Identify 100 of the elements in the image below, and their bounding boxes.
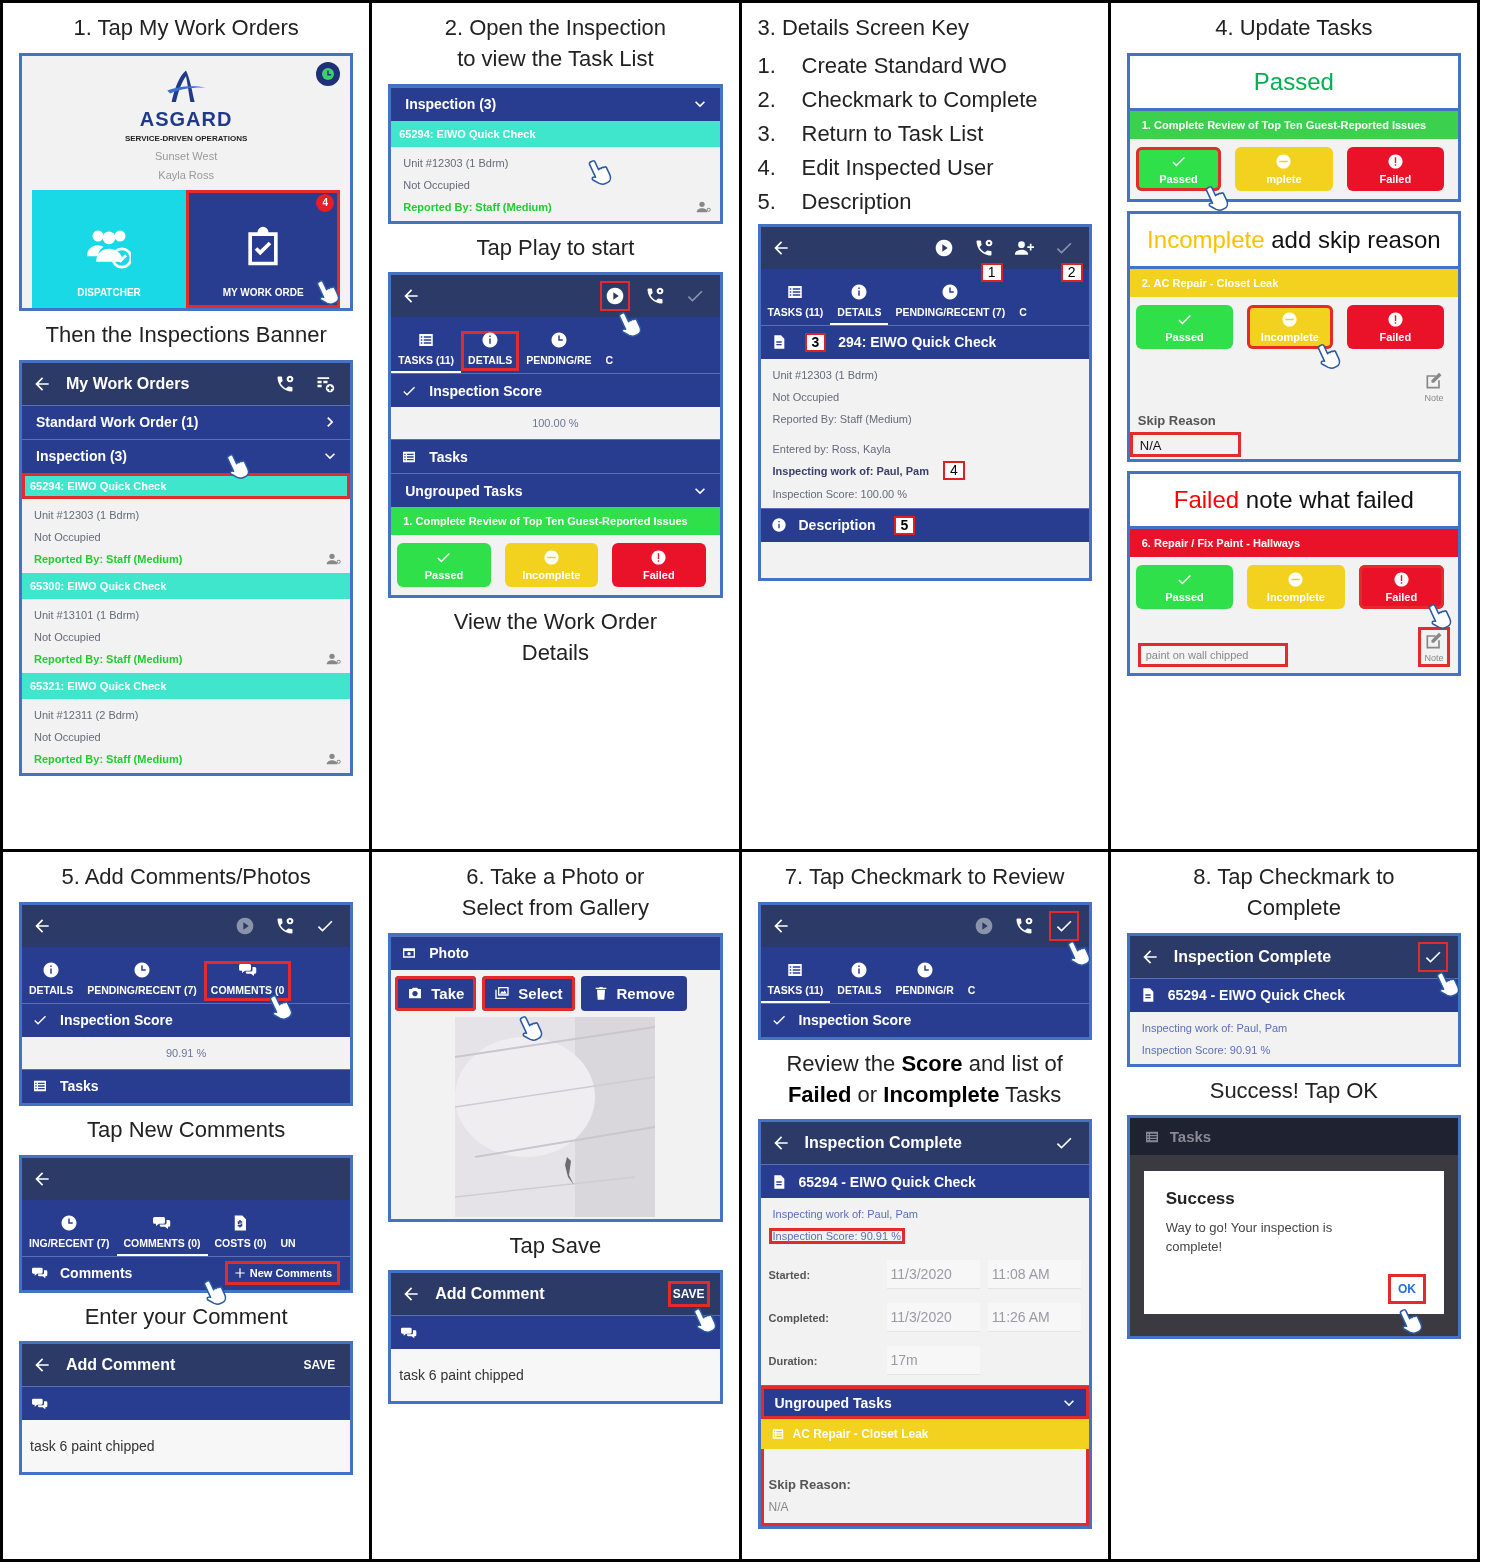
- remove-button[interactable]: Remove: [580, 975, 687, 1011]
- info-icon: [770, 517, 787, 534]
- input-field[interactable]: N/A: [1129, 431, 1242, 457]
- tab[interactable]: C: [598, 331, 621, 374]
- step-caption: 3. Details Screen Key: [757, 14, 971, 42]
- date-field: 17m: [886, 1346, 980, 1376]
- time-field: 11:08 AM: [987, 1260, 1081, 1290]
- detail-text: Unit #12311 (2 Bdrm): [33, 707, 140, 723]
- time-field: 11:26 AM: [987, 1303, 1081, 1333]
- detail-text: Reported By: Staff (Medium): [33, 651, 184, 667]
- section-header[interactable]: Ungrouped Tasks: [760, 1385, 1089, 1420]
- callout-number: 5: [893, 515, 916, 535]
- dialog-message: Way to go! Your inspection is complete!: [1165, 1219, 1334, 1256]
- section-header[interactable]: Inspection (3): [391, 86, 720, 121]
- step-caption: Review the Score and list of Failed or Incomplete Tasks: [785, 1049, 1064, 1109]
- section-header[interactable]: Inspection (3): [22, 438, 351, 473]
- step-caption: Tap Save: [508, 1231, 603, 1260]
- tab[interactable]: C: [1012, 282, 1034, 325]
- tab[interactable]: COSTS (0): [207, 1213, 274, 1256]
- phone-icon[interactable]: [275, 373, 296, 394]
- tab[interactable]: C: [960, 960, 983, 1003]
- detail-text: Unit #12303 (1 Bdrm): [771, 367, 879, 383]
- field-value: N/A: [767, 1499, 790, 1517]
- detail-text: Inspection Score: 100.00 %: [771, 486, 909, 502]
- take-button[interactable]: Take: [395, 975, 477, 1011]
- tab[interactable]: PENDING/RECENT (7): [888, 282, 1013, 325]
- section-header[interactable]: Ungrouped Tasks: [391, 473, 720, 508]
- screen-title: My Work Orders: [66, 374, 191, 393]
- screen-title: Add Comment: [66, 1356, 177, 1375]
- info-icon: [850, 282, 869, 301]
- save-button[interactable]: SAVE: [298, 1352, 341, 1379]
- tab[interactable]: DETAILS: [22, 960, 81, 1003]
- clock-icon: [549, 331, 568, 350]
- failed-button[interactable]: Failed: [612, 543, 706, 588]
- comment-field[interactable]: task 6 paint chipped: [391, 1349, 720, 1402]
- callout-number: 2: [1060, 262, 1083, 282]
- info-icon: [850, 960, 869, 979]
- alert-icon: [650, 549, 668, 567]
- detail-text: Reported By: Staff (Medium): [771, 411, 913, 427]
- step-caption: 2. Open the Inspection to view the Task List: [443, 14, 668, 73]
- section-title: 65294 - EIWO Quick Check: [1166, 987, 1346, 1004]
- callout-number: 3: [804, 332, 827, 352]
- step-caption: 4. Update Tasks: [1214, 14, 1374, 42]
- section-title: Inspection (3): [35, 448, 127, 465]
- section-title: Comments: [59, 1265, 133, 1282]
- step-caption: 7. Tap Checkmark to Review: [783, 863, 1066, 891]
- detail-text: Inspecting work of: Paul, Pam: [771, 1207, 919, 1223]
- tab[interactable]: PENDING/R: [888, 960, 961, 1003]
- alert-icon: [1386, 152, 1404, 170]
- edit-icon: [1424, 370, 1444, 391]
- detail-text: Reported By: Staff (Medium): [33, 751, 184, 767]
- tab[interactable]: PENDING/RE: [519, 331, 599, 374]
- status-caption: Passed: [1253, 67, 1334, 95]
- screen-title: Add Comment: [435, 1285, 546, 1304]
- save-button[interactable]: SAVE: [667, 1281, 710, 1308]
- section-header[interactable]: Standard Work Order (1): [22, 404, 351, 439]
- section-title: Photo: [428, 945, 469, 962]
- section-title: Inspection Score: [428, 382, 543, 399]
- task-title: AC Repair - Closet Leak: [792, 1427, 929, 1442]
- detail-text: Unit #12303 (1 Bdrm): [402, 155, 510, 171]
- comment-field[interactable]: task 6 paint chipped: [22, 1420, 351, 1473]
- tab[interactable]: TASKS (11): [760, 282, 831, 325]
- step-caption: Then the Inspections Banner: [44, 320, 328, 349]
- detail-text: Not Occupied: [33, 629, 102, 645]
- failed-button[interactable]: Failed: [1346, 146, 1444, 191]
- input-field[interactable]: paint on wall chipped: [1137, 642, 1288, 667]
- failed-button[interactable]: Failed: [1358, 564, 1444, 609]
- section-title: Tasks: [1169, 1128, 1212, 1146]
- dialog-title: Success: [1165, 1189, 1236, 1210]
- failed-button[interactable]: Failed: [1346, 304, 1444, 349]
- section-title: Description: [797, 517, 876, 534]
- tab[interactable]: PENDING/RECENT (7): [80, 960, 204, 1003]
- key-list-item: 1. Create Standard WO: [757, 52, 1008, 79]
- phone-icon[interactable]: [275, 915, 296, 936]
- ok-button[interactable]: OK: [1388, 1273, 1426, 1304]
- field-label: Duration:: [768, 1354, 819, 1367]
- alert-icon: [1386, 310, 1404, 328]
- detail-text: Not Occupied: [771, 389, 841, 405]
- edit-icon: [1424, 630, 1444, 651]
- tab[interactable]: ING/RECENT (7): [22, 1213, 117, 1256]
- list-icon: [770, 1427, 785, 1442]
- field-label: Completed:: [768, 1311, 830, 1324]
- clock-icon[interactable]: [316, 61, 341, 86]
- section-title: 294: EIWO Quick Check: [837, 334, 997, 351]
- play-icon[interactable]: [933, 237, 954, 258]
- detail-text: Not Occupied: [402, 177, 471, 193]
- section-title: Tasks: [428, 448, 468, 465]
- info-icon: [481, 331, 500, 350]
- tab[interactable]: DETAILS: [461, 331, 520, 374]
- tab[interactable]: UN: [273, 1213, 303, 1256]
- tab[interactable]: DETAILS: [830, 960, 889, 1003]
- task-header: 1. Complete Review of Top Ten Guest-Reported Issues: [391, 507, 720, 536]
- date-field: 11/3/2020: [886, 1260, 980, 1290]
- score-value: 100.00 %: [532, 417, 579, 430]
- select-button[interactable]: Select: [482, 975, 575, 1011]
- detail-text: Inspecting work of: Paul, Pam: [1140, 1020, 1289, 1036]
- screen-title: Inspection Complete: [804, 1134, 963, 1153]
- new-comments-button[interactable]: New Comments: [224, 1261, 341, 1286]
- tab[interactable]: COMMENTS (0: [203, 960, 292, 1003]
- detail-text: Unit #12303 (1 Bdrm): [33, 507, 141, 523]
